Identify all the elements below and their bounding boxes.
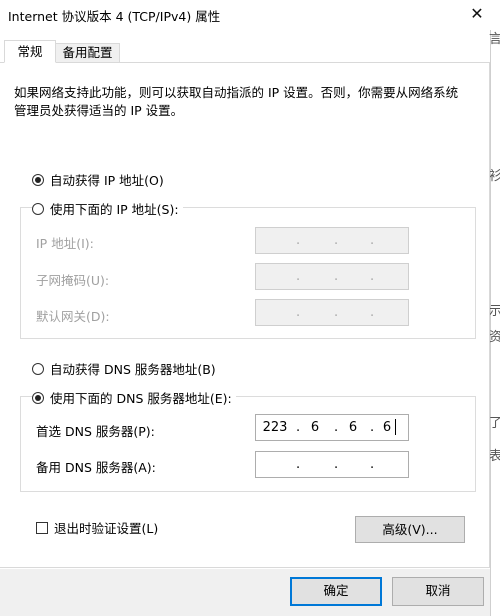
background-glyph: 衫 [489,169,500,184]
preferred-dns-octet-2: 6 [310,420,320,435]
default-gateway-label: 默认网关(D): [36,309,110,324]
ip-auto-option[interactable]: 自动获得 IP 地址(O) [32,170,164,189]
background-glyph: 表 [489,449,500,464]
text-caret [395,419,396,435]
close-icon[interactable]: ✕ [464,2,490,26]
alternate-dns-label: 备用 DNS 服务器(A): [36,460,156,475]
preferred-dns-field[interactable]: 223 . 6 . 6 . 6 [255,414,409,441]
validate-on-exit-checkbox[interactable] [36,521,48,534]
ip-address-field[interactable]: ... [255,227,409,254]
ip-manual-label: 使用下面的 IP 地址(S): [50,202,179,217]
dns-auto-option[interactable]: 自动获得 DNS 服务器地址(B) [32,359,216,378]
subnet-mask-field[interactable]: ... [255,263,409,290]
ip-manual-radio[interactable] [32,202,44,215]
ip-auto-label: 自动获得 IP 地址(O) [50,173,164,188]
background-glyph: 言 [489,32,500,47]
dns-manual-radio[interactable] [32,391,44,404]
preferred-dns-label: 首选 DNS 服务器(P): [36,424,155,439]
ok-button[interactable]: 确定 [290,577,382,606]
cancel-button[interactable]: 取消 [392,577,484,606]
dns-manual-label: 使用下面的 DNS 服务器地址(E): [50,391,232,406]
dns-auto-radio[interactable] [32,362,44,375]
validate-on-exit-label: 退出时验证设置(L) [54,521,159,536]
tab-general[interactable]: 常规 [4,40,56,63]
window-title: Internet 协议版本 4 (TCP/IPv4) 属性 [8,9,221,24]
background-glyph: 了 [489,416,500,431]
ip-address-label: IP 地址(I): [36,236,94,251]
dns-auto-label: 自动获得 DNS 服务器地址(B) [50,362,216,377]
validate-on-exit-option[interactable]: 退出时验证设置(L) [36,518,158,537]
preferred-dns-octet-1: 223 [262,420,288,435]
default-gateway-field[interactable]: ... [255,299,409,326]
background-glyph: 示 [489,304,500,319]
ip-auto-radio[interactable] [32,173,44,186]
preferred-dns-octet-3: 6 [348,420,358,435]
advanced-button[interactable]: 高级(V)... [355,516,465,543]
tab-alternate-configuration[interactable]: 备用配置 [56,43,120,63]
alternate-dns-field[interactable]: . . . [255,451,409,478]
dns-manual-option[interactable]: 使用下面的 DNS 服务器地址(E): [32,388,236,407]
description-text: 如果网络支持此功能，则可以获取自动指派的 IP 设置。否则，你需要从网络系统管理… [14,85,459,118]
subnet-mask-label: 子网掩码(U): [36,273,110,288]
background-glyph: 资 [489,330,500,345]
ip-manual-option[interactable]: 使用下面的 IP 地址(S): [32,199,183,218]
title-bar[interactable]: Internet 协议版本 4 (TCP/IPv4) 属性 ✕ [0,0,500,30]
